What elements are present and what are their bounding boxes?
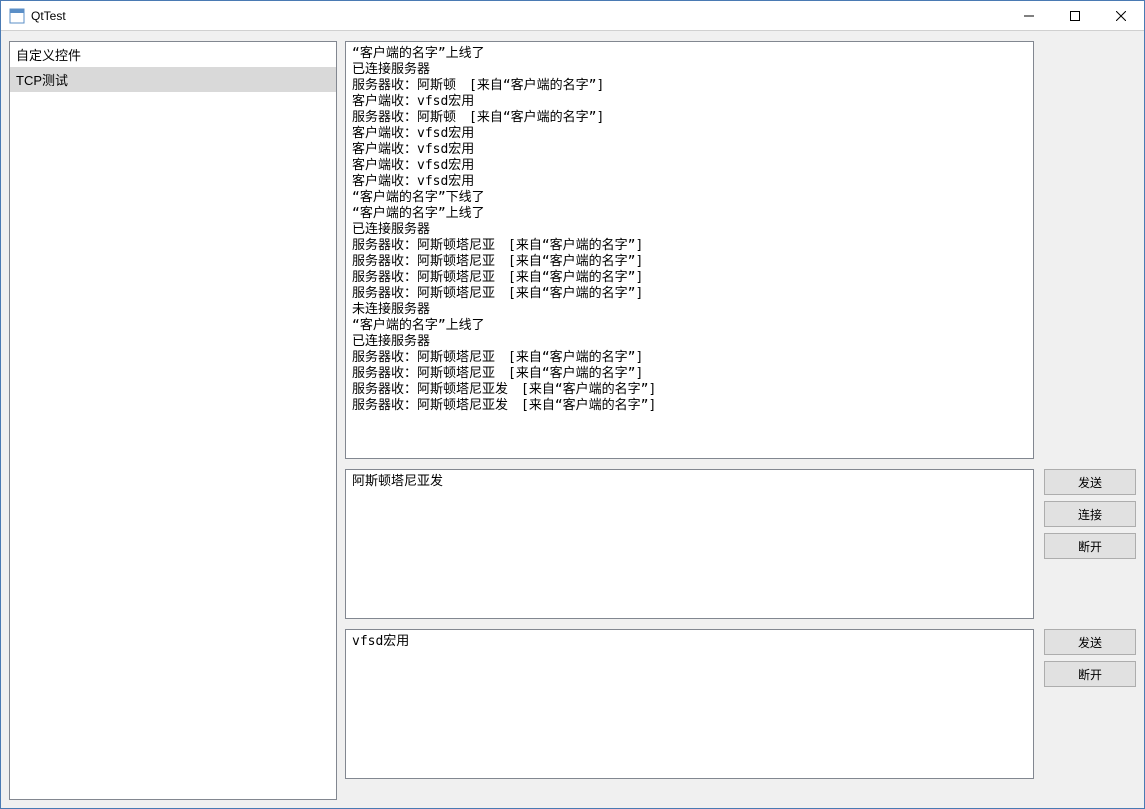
- server-send-button[interactable]: 发送: [1044, 469, 1136, 495]
- sidebar-list[interactable]: 自定义控件TCP测试: [9, 41, 337, 800]
- server-input-row: 发送 连接 断开: [345, 469, 1136, 619]
- client-send-input[interactable]: [345, 629, 1034, 779]
- app-icon: [9, 8, 25, 24]
- client-input-row: 发送 断开: [345, 629, 1136, 779]
- server-send-input[interactable]: [345, 469, 1034, 619]
- client-area: 自定义控件TCP测试 “客户端的名字”上线了 已连接服务器 服务器收：阿斯顿 […: [1, 31, 1144, 808]
- close-button[interactable]: [1098, 1, 1144, 30]
- main-panel: “客户端的名字”上线了 已连接服务器 服务器收：阿斯顿 [来自“客户端的名字”]…: [345, 41, 1136, 800]
- server-disconnect-button[interactable]: 断开: [1044, 533, 1136, 559]
- client-button-column: 发送 断开: [1044, 629, 1136, 687]
- app-window: QtTest 自定义控件TCP测试 “客户端的名字”上线了 已连接服务器 服务器…: [0, 0, 1145, 809]
- log-row: “客户端的名字”上线了 已连接服务器 服务器收：阿斯顿 [来自“客户端的名字”]…: [345, 41, 1136, 459]
- window-title: QtTest: [31, 9, 66, 23]
- minimize-button[interactable]: [1006, 1, 1052, 30]
- message-log[interactable]: “客户端的名字”上线了 已连接服务器 服务器收：阿斯顿 [来自“客户端的名字”]…: [345, 41, 1034, 459]
- window-controls: [1006, 1, 1144, 30]
- sidebar-item-0[interactable]: 自定义控件: [10, 42, 336, 67]
- maximize-button[interactable]: [1052, 1, 1098, 30]
- server-connect-button[interactable]: 连接: [1044, 501, 1136, 527]
- titlebar[interactable]: QtTest: [1, 1, 1144, 31]
- client-disconnect-button[interactable]: 断开: [1044, 661, 1136, 687]
- server-button-column: 发送 连接 断开: [1044, 469, 1136, 559]
- client-send-button[interactable]: 发送: [1044, 629, 1136, 655]
- sidebar-item-1[interactable]: TCP测试: [10, 67, 336, 92]
